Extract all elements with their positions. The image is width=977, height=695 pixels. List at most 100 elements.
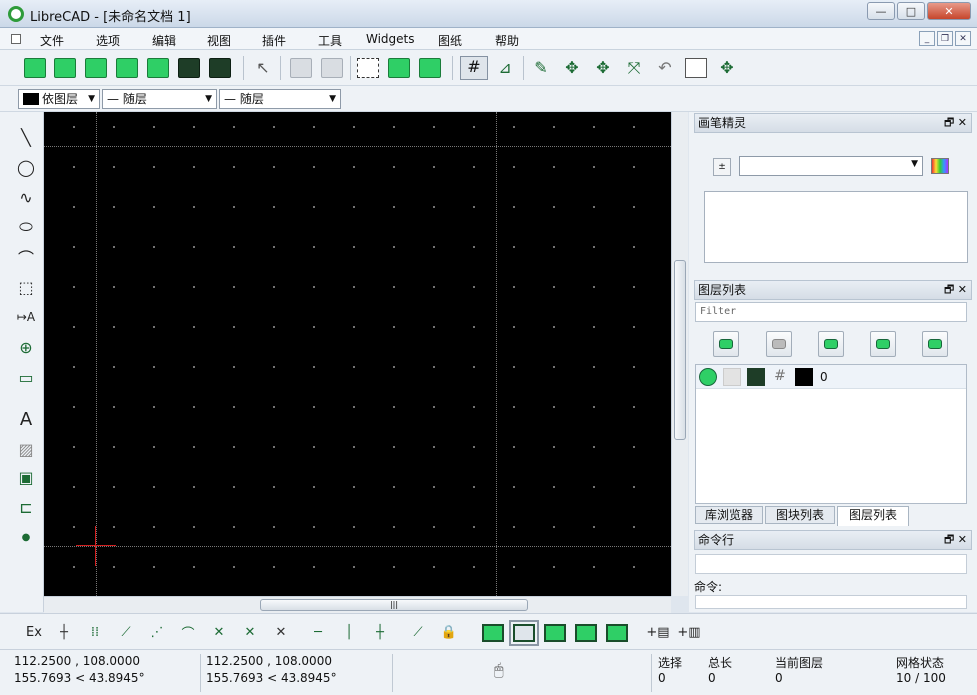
- line-tool-icon[interactable]: ╲: [15, 126, 37, 148]
- zoom-out-icon[interactable]: ✥: [592, 58, 614, 78]
- cut-icon[interactable]: [357, 58, 379, 78]
- vertical-scroll-thumb[interactable]: [674, 260, 686, 440]
- view-monitor-icon[interactable]: [575, 624, 597, 642]
- measure-tool-icon[interactable]: ▭: [15, 366, 37, 388]
- menu-drawings[interactable]: 图纸: [438, 32, 462, 49]
- restrict-orthogonal-icon[interactable]: ┼: [370, 622, 390, 642]
- color-combo[interactable]: 依图层 ▼: [18, 89, 100, 109]
- maximize-button[interactable]: □: [897, 2, 925, 20]
- close-button[interactable]: ✕: [927, 2, 971, 20]
- grid-toggle-icon[interactable]: #: [460, 56, 488, 80]
- menu-tools[interactable]: 工具: [318, 32, 342, 49]
- layer-lock-icon[interactable]: [723, 368, 741, 386]
- relative-zero-icon[interactable]: ⟋: [408, 622, 428, 642]
- pen-list-area[interactable]: [704, 191, 968, 263]
- draft-mode-icon[interactable]: ⊿: [494, 58, 516, 78]
- command-input[interactable]: [695, 595, 967, 609]
- color-palette-icon[interactable]: [931, 158, 949, 174]
- layer-print-icon[interactable]: [747, 368, 765, 386]
- layer-construction-icon[interactable]: #: [771, 368, 789, 386]
- view-monitor-icon[interactable]: [544, 624, 566, 642]
- dimension-tool-icon[interactable]: ↦A: [15, 306, 37, 328]
- snap-grid-icon[interactable]: ⁞⁞: [85, 622, 105, 642]
- text-tool-icon[interactable]: A: [15, 408, 37, 430]
- snap-distance-icon[interactable]: ✕: [240, 622, 260, 642]
- point-tool-icon[interactable]: ●: [15, 526, 37, 548]
- menu-plugins[interactable]: 插件: [262, 32, 286, 49]
- curve-tool-icon[interactable]: ∿: [15, 186, 37, 208]
- show-all-layers-button[interactable]: [713, 331, 739, 357]
- snap-on-entity-icon[interactable]: ⋰: [147, 622, 167, 642]
- hide-all-layers-button[interactable]: [766, 331, 792, 357]
- zoom-previous-icon[interactable]: ↶: [654, 58, 676, 78]
- add-layer-button[interactable]: [818, 331, 844, 357]
- layer-color-swatch[interactable]: [795, 368, 813, 386]
- edit-layer-button[interactable]: [922, 331, 948, 357]
- zoom-window-icon[interactable]: [685, 58, 707, 78]
- redo-icon[interactable]: [321, 58, 343, 78]
- view-monitor-icon[interactable]: [606, 624, 628, 642]
- snap-intersection-icon[interactable]: ✕: [271, 622, 291, 642]
- layer-list-dock-controls[interactable]: 🗗 ✕: [944, 281, 967, 299]
- restrict-vertical-icon[interactable]: │: [339, 622, 359, 642]
- zoom-in-icon[interactable]: ✥: [561, 58, 583, 78]
- menu-options[interactable]: 选项: [96, 32, 120, 49]
- paste-icon[interactable]: [419, 58, 441, 78]
- view-monitor-icon[interactable]: [482, 624, 504, 642]
- line-type-combo[interactable]: — 随层 ▼: [219, 89, 341, 109]
- menu-edit[interactable]: 编辑: [152, 32, 176, 49]
- new-file-icon[interactable]: [24, 58, 46, 78]
- doc-minimize-icon[interactable]: _: [919, 31, 935, 46]
- layer-list[interactable]: # 0: [695, 364, 967, 504]
- menu-view[interactable]: 视图: [207, 32, 231, 49]
- view-monitor-active-icon[interactable]: [509, 620, 539, 646]
- doc-close-icon[interactable]: ✕: [955, 31, 971, 46]
- snap-middle-icon[interactable]: ✕: [209, 622, 229, 642]
- lock-relative-zero-icon[interactable]: 🔒: [439, 622, 459, 642]
- open-folder-icon[interactable]: [85, 58, 107, 78]
- remove-layer-button[interactable]: [870, 331, 896, 357]
- command-history[interactable]: [695, 554, 967, 574]
- menu-file[interactable]: 文件: [40, 32, 64, 49]
- tab-library-browser[interactable]: 库浏览器: [695, 506, 763, 524]
- layer-row[interactable]: # 0: [696, 365, 966, 389]
- menu-widgets[interactable]: Widgets: [366, 32, 415, 46]
- undo-icon[interactable]: [290, 58, 312, 78]
- select-pointer-icon[interactable]: ↖: [252, 58, 274, 78]
- block-tool-icon[interactable]: ⊏: [15, 496, 37, 518]
- modify-tool-icon[interactable]: ⊕: [15, 336, 37, 358]
- layer-visible-icon[interactable]: [699, 368, 717, 386]
- command-line-dock-controls[interactable]: 🗗 ✕: [944, 531, 967, 549]
- zoom-pan-icon[interactable]: ✥: [716, 58, 738, 78]
- add-entity-icon[interactable]: +▤: [646, 622, 669, 642]
- horizontal-scroll-thumb[interactable]: |||: [260, 599, 528, 611]
- image-tool-icon[interactable]: ▣: [15, 466, 37, 488]
- pen-palette-combo[interactable]: ▼: [739, 156, 923, 176]
- print-preview-icon[interactable]: [209, 58, 231, 78]
- add-block-icon[interactable]: +▥: [677, 622, 700, 642]
- doc-restore-icon[interactable]: ❐: [937, 31, 953, 46]
- select-tool-icon[interactable]: ⬚: [15, 276, 37, 298]
- snap-endpoint-icon[interactable]: ⟋: [116, 622, 136, 642]
- snap-free-icon[interactable]: ┼: [54, 622, 74, 642]
- save-as-icon[interactable]: [147, 58, 169, 78]
- pen-apply-icon[interactable]: ±: [713, 158, 731, 176]
- zoom-auto-icon[interactable]: ⤧: [623, 58, 645, 78]
- horizontal-scrollbar[interactable]: |||: [44, 596, 671, 613]
- polyline-tool-icon[interactable]: ⌒: [15, 246, 37, 268]
- minimize-button[interactable]: —: [867, 2, 895, 20]
- hatch-tool-icon[interactable]: ▨: [15, 438, 37, 460]
- layer-filter-input[interactable]: Filter: [695, 302, 967, 322]
- line-width-combo[interactable]: — 随层 ▼: [102, 89, 217, 109]
- vertical-scrollbar[interactable]: [671, 112, 688, 596]
- copy-icon[interactable]: [388, 58, 410, 78]
- circle-tool-icon[interactable]: ◯: [15, 156, 37, 178]
- save-icon[interactable]: [116, 58, 138, 78]
- tab-layer-list[interactable]: 图层列表: [837, 506, 909, 526]
- pen-wizard-dock-controls[interactable]: 🗗 ✕: [944, 114, 967, 132]
- pen-tool-icon[interactable]: ✎: [530, 58, 552, 78]
- ellipse-tool-icon[interactable]: ⬭: [15, 216, 37, 238]
- print-icon[interactable]: [178, 58, 200, 78]
- new-from-template-icon[interactable]: [54, 58, 76, 78]
- exclusive-snap-button[interactable]: Ex: [24, 622, 44, 642]
